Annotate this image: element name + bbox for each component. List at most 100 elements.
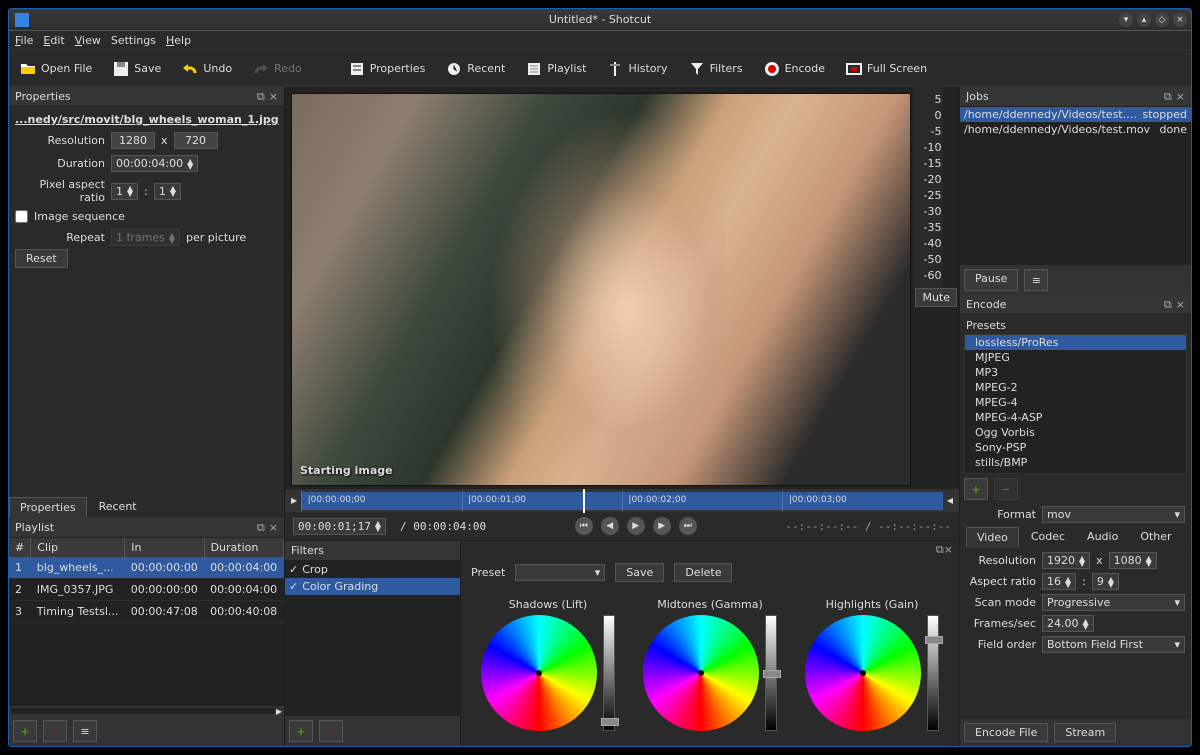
menu-view[interactable]: View [75,34,101,47]
par-a-spinner[interactable]: 1▲▼ [111,183,138,200]
filter-remove-button[interactable]: − [319,720,343,742]
panel-detach-icon[interactable]: ⧉ [257,521,265,535]
scrub-end-icon[interactable]: ◀ [947,496,953,505]
tab-other[interactable]: Other [1130,527,1181,547]
window-restore-icon[interactable]: ◇ [1155,13,1169,27]
stream-button[interactable]: Stream [1054,723,1116,742]
enc-height-spinner[interactable]: 1080▲▼ [1109,552,1157,569]
panel-close-icon[interactable]: × [269,521,278,535]
window-close-icon[interactable]: × [1173,13,1187,27]
col-duration[interactable]: Duration [204,538,283,557]
presets-listbox[interactable]: lossless/ProResMJPEGMP3MPEG-2MPEG-4MPEG-… [964,334,1187,474]
res-width-input[interactable]: 1280 [111,132,155,149]
res-height-input[interactable]: 720 [174,132,218,149]
reset-button[interactable]: Reset [15,249,68,268]
playlist-button[interactable]: Playlist [521,58,590,80]
job-row[interactable]: /home/ddennedy/Videos/test.movstopped [960,107,1191,122]
table-row[interactable]: 2IMG_0357.JPG00:00:00:0000:00:04:00 [9,579,284,601]
preset-select[interactable]: ▾ [515,564,605,581]
spinner-arrows-icon[interactable]: ▲▼ [187,159,193,169]
duration-spinner[interactable]: 00:00:04:00▲▼ [111,155,198,172]
play-button[interactable]: ▶ [627,517,645,535]
scroll-right-icon[interactable]: ▶ [276,707,282,716]
luminance-slider[interactable] [765,615,777,731]
playlist-table[interactable]: # Clip In Duration 1blg_wheels_...00:00:… [9,538,284,706]
preset-remove-button[interactable]: − [994,478,1018,500]
video-preview[interactable]: Starting image [285,87,913,488]
history-button[interactable]: History [602,58,671,80]
color-wheel[interactable] [805,615,921,731]
preset-item[interactable]: lossless/ProRes [965,335,1186,350]
panel-close-icon[interactable]: × [269,90,278,104]
tab-recent[interactable]: Recent [89,497,147,517]
tab-audio[interactable]: Audio [1077,527,1128,547]
open-file-button[interactable]: Open File [15,58,96,80]
current-timecode[interactable]: 00:00:01;17▲▼ [293,518,386,535]
encode-button[interactable]: Encode [759,58,829,80]
luminance-slider[interactable] [927,615,939,731]
undo-button[interactable]: Undo [177,58,236,80]
job-row[interactable]: /home/ddennedy/Videos/test.movdone [960,122,1191,137]
image-sequence-checkbox[interactable] [15,210,28,223]
playlist-menu-button[interactable]: ≡ [73,720,97,742]
menu-help[interactable]: Help [166,34,191,47]
panel-detach-icon[interactable]: ⧉ [936,543,944,556]
col-in[interactable]: In [125,538,204,557]
preview-scrubber[interactable]: ▶ |00:00:00;00|00:00:01;00|00:00:02;00|0… [285,488,959,512]
step-fwd-button[interactable]: ▶ [653,517,671,535]
table-row[interactable]: 3Timing Testsl...00:00:47:0800:00:40:08 [9,601,284,623]
panel-close-icon[interactable]: × [1176,298,1185,312]
color-wheel[interactable] [481,615,597,731]
window-maximize-icon[interactable]: ▴ [1137,13,1151,27]
filter-add-button[interactable]: + [289,720,313,742]
recent-button[interactable]: Recent [441,58,509,80]
step-back-button[interactable]: ◀ [601,517,619,535]
preset-item[interactable]: MP3 [965,365,1186,380]
scan-select[interactable]: Progressive▾ [1042,594,1185,611]
menu-settings[interactable]: Settings [111,34,156,47]
aspect-a-spinner[interactable]: 16▲▼ [1042,573,1076,590]
encode-file-button[interactable]: Encode File [964,723,1048,742]
preset-item[interactable]: stills/DPX [965,470,1186,474]
skip-end-button[interactable]: ⏭ [679,517,697,535]
save-button[interactable]: Save [108,58,165,80]
col-clip[interactable]: Clip [31,538,125,557]
jobs-list[interactable]: /home/ddennedy/Videos/test.movstopped/ho… [960,107,1191,265]
jobs-menu-button[interactable]: ≡ [1024,269,1048,291]
scrub-start-icon[interactable]: ▶ [291,496,297,505]
luminance-slider[interactable] [603,615,615,731]
playlist-add-button[interactable]: + [13,720,37,742]
tab-video[interactable]: Video [966,527,1019,547]
panel-detach-icon[interactable]: ⧉ [1164,90,1172,104]
fps-spinner[interactable]: 24.00▲▼ [1042,615,1094,632]
filter-item[interactable]: ✓Crop [285,561,460,578]
field-order-select[interactable]: Bottom Field First▾ [1042,636,1185,653]
panel-detach-icon[interactable]: ⧉ [257,90,265,104]
playlist-remove-button[interactable]: − [43,720,67,742]
preset-add-button[interactable]: + [964,478,988,500]
preset-item[interactable]: MPEG-4 [965,395,1186,410]
skip-start-button[interactable]: ⏮ [575,517,593,535]
aspect-b-spinner[interactable]: 9▲▼ [1092,573,1119,590]
preset-item[interactable]: Ogg Vorbis [965,425,1186,440]
enc-width-spinner[interactable]: 1920▲▼ [1042,552,1090,569]
window-minimize-icon[interactable]: ▾ [1119,13,1133,27]
tab-properties[interactable]: Properties [9,497,87,517]
color-wheel[interactable] [643,615,759,731]
preset-item[interactable]: MPEG-4-ASP [965,410,1186,425]
tab-codec[interactable]: Codec [1021,527,1075,547]
table-row[interactable]: 1blg_wheels_...00:00:00:0000:00:04:00 [9,557,284,579]
filter-list[interactable]: ✓Crop✓Color Grading [285,561,460,716]
panel-close-icon[interactable]: × [1176,90,1185,104]
preset-delete-button[interactable]: Delete [674,563,732,582]
redo-button[interactable]: Redo [248,58,306,80]
jobs-pause-button[interactable]: Pause [964,269,1018,291]
par-b-spinner[interactable]: 1▲▼ [154,183,181,200]
preset-item[interactable]: MJPEG [965,350,1186,365]
playhead[interactable] [583,489,585,513]
mute-button[interactable]: Mute [915,288,957,307]
menu-edit[interactable]: Edit [43,34,64,47]
properties-button[interactable]: Properties [344,58,430,80]
menu-file[interactable]: File [15,34,33,47]
fullscreen-button[interactable]: Full Screen [841,58,931,80]
